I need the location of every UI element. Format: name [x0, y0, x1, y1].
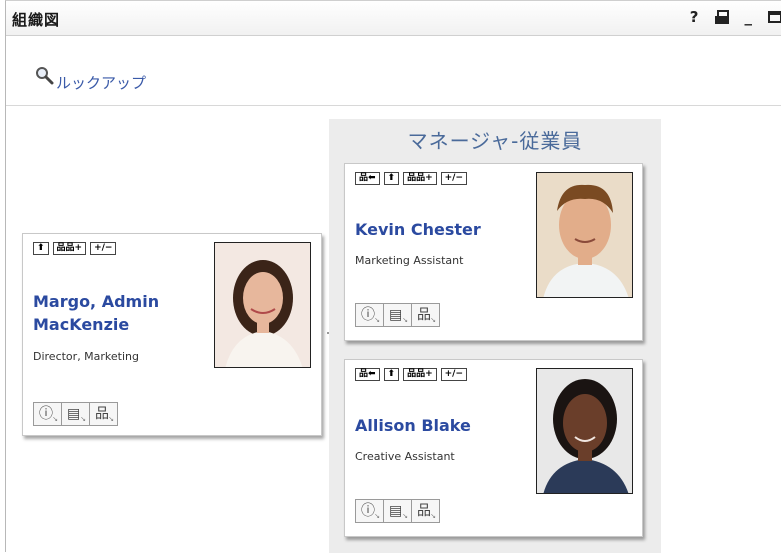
org-chart-button[interactable]: 品 ↘ [411, 303, 440, 327]
person-title: Director, Marketing [33, 350, 140, 363]
email-button[interactable]: ▤ ↘ [383, 499, 412, 523]
toggle-button[interactable]: +/− [90, 242, 117, 255]
expand-button[interactable]: 品品+ [403, 172, 437, 185]
org-chart-icon: 品 [417, 503, 431, 519]
expand-button[interactable]: 品品+ [52, 242, 87, 255]
email-icon: ▤ [389, 307, 403, 323]
magnifier-icon [36, 67, 54, 85]
info-button[interactable]: ⓘ ↘ [355, 499, 384, 523]
up-level-button[interactable]: ⬆ [383, 172, 400, 185]
window-controls: ? _ [690, 8, 781, 26]
lookup-link[interactable]: ルックアップ [34, 64, 146, 93]
card-actions: ⓘ ↘ ▤ ↘ 品 ↘ [355, 303, 440, 327]
toggle-button[interactable]: +/− [440, 368, 468, 381]
person-name[interactable]: Allison Blake [355, 414, 471, 437]
portlet-title: 組織図 [12, 11, 61, 29]
email-icon: ▤ [67, 406, 81, 422]
org-chart-portlet: 組織図 ? _ ルックアップ ⬆ 品品+ +/− Margo, Admin Ma… [5, 0, 781, 553]
root-person-card: ⬆ 品品+ +/− Margo, Admin MacKenzie Directo… [22, 233, 322, 436]
help-icon[interactable]: ? [690, 8, 699, 26]
expand-button[interactable]: 品品+ [403, 368, 437, 381]
card-actions: ⓘ ↘ ▤ ↘ 品 ↘ [355, 499, 440, 523]
org-chart-button[interactable]: 品 ↘ [89, 402, 118, 426]
print-icon[interactable] [714, 10, 729, 24]
info-button[interactable]: ⓘ ↘ [33, 402, 62, 426]
info-button[interactable]: ⓘ ↘ [355, 303, 384, 327]
show-manager-button[interactable]: 品⬅ [355, 368, 380, 381]
info-icon: ⓘ [39, 406, 53, 422]
show-manager-button[interactable]: 品⬅ [355, 172, 380, 185]
toggle-button[interactable]: +/− [440, 172, 468, 185]
person-title: Creative Assistant [355, 450, 455, 463]
email-button[interactable]: ▤ ↘ [383, 303, 412, 327]
up-level-button[interactable]: ⬆ [383, 368, 400, 381]
person-title: Marketing Assistant [355, 254, 464, 267]
person-name[interactable]: Margo, Admin MacKenzie [33, 290, 213, 336]
email-button[interactable]: ▤ ↘ [61, 402, 90, 426]
maximize-icon[interactable] [768, 11, 781, 23]
card-toolbar: ⬆ 品品+ +/− [33, 242, 117, 255]
org-chart-icon: 品 [95, 406, 109, 422]
card-toolbar: 品⬅ ⬆ 品品+ +/− [355, 172, 468, 185]
employee-card: 品⬅ ⬆ 品品+ +/− Allison Blake Creative Assi… [344, 359, 643, 537]
panel-title: マネージャ-従業員 [407, 129, 583, 153]
org-chart-icon: 品 [417, 307, 431, 323]
employee-card: 品⬅ ⬆ 品品+ +/− Kevin Chester Marketing Ass… [344, 163, 643, 341]
card-actions: ⓘ ↘ ▤ ↘ 品 ↘ [33, 402, 118, 426]
portlet-titlebar: 組織図 ? _ [6, 1, 781, 36]
info-icon: ⓘ [361, 307, 375, 323]
person-photo [536, 368, 633, 494]
person-photo [536, 172, 633, 298]
org-chart-button[interactable]: 品 ↘ [411, 499, 440, 523]
lookup-label: ルックアップ [56, 74, 147, 92]
minimize-icon[interactable]: _ [745, 8, 753, 26]
email-icon: ▤ [389, 503, 403, 519]
person-name[interactable]: Kevin Chester [355, 218, 481, 241]
lookup-bar: ルックアップ [6, 36, 781, 106]
person-photo [214, 242, 311, 368]
info-icon: ⓘ [361, 503, 375, 519]
card-toolbar: 品⬅ ⬆ 品品+ +/− [355, 368, 468, 381]
up-level-button[interactable]: ⬆ [33, 242, 49, 255]
